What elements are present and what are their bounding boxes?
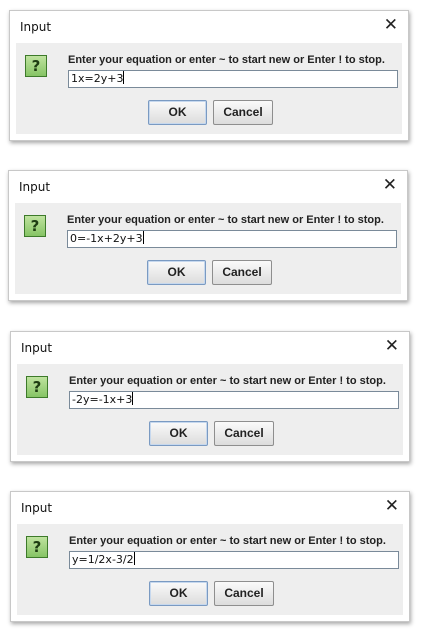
input-dialog: Input ✕ ? Enter your equation or enter ~…	[8, 170, 408, 301]
cancel-button[interactable]: Cancel	[214, 421, 274, 446]
equation-input[interactable]: y=1/2x-3/2	[69, 551, 399, 569]
dialog-content: ? Enter your equation or enter ~ to star…	[16, 43, 402, 134]
cancel-button[interactable]: Cancel	[214, 581, 274, 606]
dialog-title: Input	[20, 20, 52, 34]
prompt-text: Enter your equation or enter ~ to start …	[69, 375, 386, 387]
cancel-button[interactable]: Cancel	[212, 260, 272, 285]
question-icon: ?	[24, 215, 46, 237]
screenshot: { "dialogs": [ { "title": "Input", "clos…	[0, 0, 426, 635]
question-icon: ?	[26, 376, 48, 398]
prompt-text: Enter your equation or enter ~ to start …	[68, 54, 385, 66]
dialog-title: Input	[21, 341, 53, 355]
equation-input-value: 0=-1x+2y+3	[70, 232, 143, 245]
ok-button[interactable]: OK	[147, 260, 206, 285]
equation-input[interactable]: 1x=2y+3	[68, 70, 398, 88]
close-icon[interactable]: ✕	[385, 336, 399, 356]
dialog-content: ? Enter your equation or enter ~ to star…	[15, 203, 401, 294]
dialog-content: ? Enter your equation or enter ~ to star…	[17, 524, 403, 615]
title-bar[interactable]: Input ✕	[9, 171, 407, 203]
prompt-text: Enter your equation or enter ~ to start …	[67, 214, 384, 226]
equation-input[interactable]: 0=-1x+2y+3	[67, 230, 397, 248]
input-dialog: Input ✕ ? Enter your equation or enter ~…	[10, 331, 410, 462]
text-caret	[142, 231, 144, 244]
equation-input-value: -2y=-1x+3	[72, 393, 133, 406]
ok-button[interactable]: OK	[149, 581, 208, 606]
title-bar[interactable]: Input ✕	[11, 332, 409, 364]
equation-input[interactable]: -2y=-1x+3	[69, 391, 399, 409]
input-dialog: Input ✕ ? Enter your equation or enter ~…	[9, 10, 409, 141]
input-dialog: Input ✕ ? Enter your equation or enter ~…	[10, 491, 410, 622]
close-icon[interactable]: ✕	[383, 175, 397, 195]
dialog-title: Input	[19, 180, 51, 194]
question-icon: ?	[25, 55, 47, 77]
title-bar[interactable]: Input ✕	[11, 492, 409, 524]
question-icon: ?	[26, 536, 48, 558]
equation-input-value: 1x=2y+3	[71, 72, 124, 85]
dialog-title: Input	[21, 501, 53, 515]
dialog-content: ? Enter your equation or enter ~ to star…	[17, 364, 403, 455]
title-bar[interactable]: Input ✕	[10, 11, 408, 43]
text-caret	[123, 71, 125, 84]
ok-button[interactable]: OK	[149, 421, 208, 446]
close-icon[interactable]: ✕	[385, 496, 399, 516]
close-icon[interactable]: ✕	[384, 15, 398, 35]
text-caret	[132, 392, 134, 405]
text-caret	[133, 552, 135, 565]
prompt-text: Enter your equation or enter ~ to start …	[69, 535, 386, 547]
cancel-button[interactable]: Cancel	[213, 100, 273, 125]
ok-button[interactable]: OK	[148, 100, 207, 125]
equation-input-value: y=1/2x-3/2	[72, 553, 134, 566]
